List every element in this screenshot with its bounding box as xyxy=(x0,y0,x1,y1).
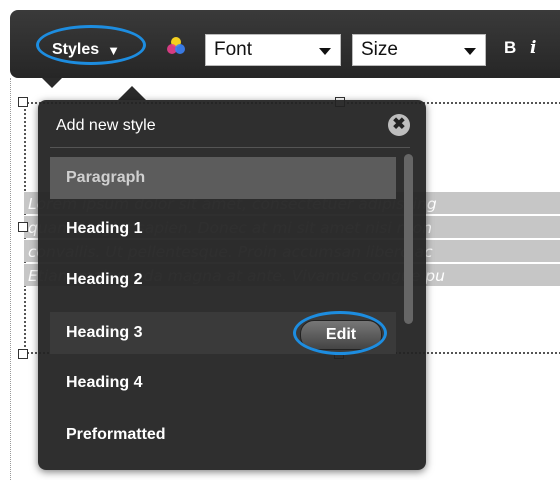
editor-left-guide xyxy=(10,78,11,480)
style-item-label: Heading 3 xyxy=(66,324,143,341)
styles-label: Styles xyxy=(52,41,100,58)
style-item-label: Paragraph xyxy=(66,169,146,186)
resize-handle-bottom-left[interactable] xyxy=(18,349,28,359)
style-item-label: Heading 1 xyxy=(66,220,143,237)
style-item-label: Heading 2 xyxy=(66,271,143,288)
styles-dropdown: Add new style ✖ Paragraph Heading 1 Head… xyxy=(38,100,426,470)
size-select-value: Size xyxy=(361,39,398,60)
close-icon[interactable]: ✖ xyxy=(388,114,410,136)
size-select[interactable]: Size xyxy=(352,34,486,66)
style-item-paragraph[interactable]: Paragraph xyxy=(50,157,396,199)
style-item-heading-4[interactable]: Heading 4 xyxy=(50,362,396,404)
style-item-heading-2[interactable]: Heading 2 xyxy=(50,259,396,301)
menu-pointer xyxy=(118,86,146,100)
italic-button[interactable]: i xyxy=(530,38,536,58)
chevron-down-icon xyxy=(319,48,331,55)
toolbar-pointer xyxy=(42,78,62,88)
edit-style-button[interactable]: Edit xyxy=(300,320,382,350)
color-palette-icon[interactable] xyxy=(166,36,186,56)
font-select[interactable]: Font xyxy=(205,34,341,66)
style-item-preformatted[interactable]: Preformatted xyxy=(50,414,396,456)
style-item-label: Heading 4 xyxy=(66,374,143,391)
font-select-value: Font xyxy=(214,39,253,60)
dropdown-arrow-icon: ▼ xyxy=(107,42,121,58)
style-item-label: Preformatted xyxy=(66,426,166,443)
resize-handle-middle-left[interactable] xyxy=(18,222,28,232)
bold-button[interactable]: B xyxy=(504,38,516,58)
resize-handle-top-left[interactable] xyxy=(18,97,28,107)
chevron-down-icon xyxy=(464,48,476,55)
divider xyxy=(50,147,410,148)
dropdown-header[interactable]: Add new style xyxy=(56,117,156,135)
style-item-heading-1[interactable]: Heading 1 xyxy=(50,208,396,250)
scrollbar[interactable] xyxy=(404,154,413,324)
styles-button[interactable]: Styles ▼ xyxy=(42,36,142,64)
